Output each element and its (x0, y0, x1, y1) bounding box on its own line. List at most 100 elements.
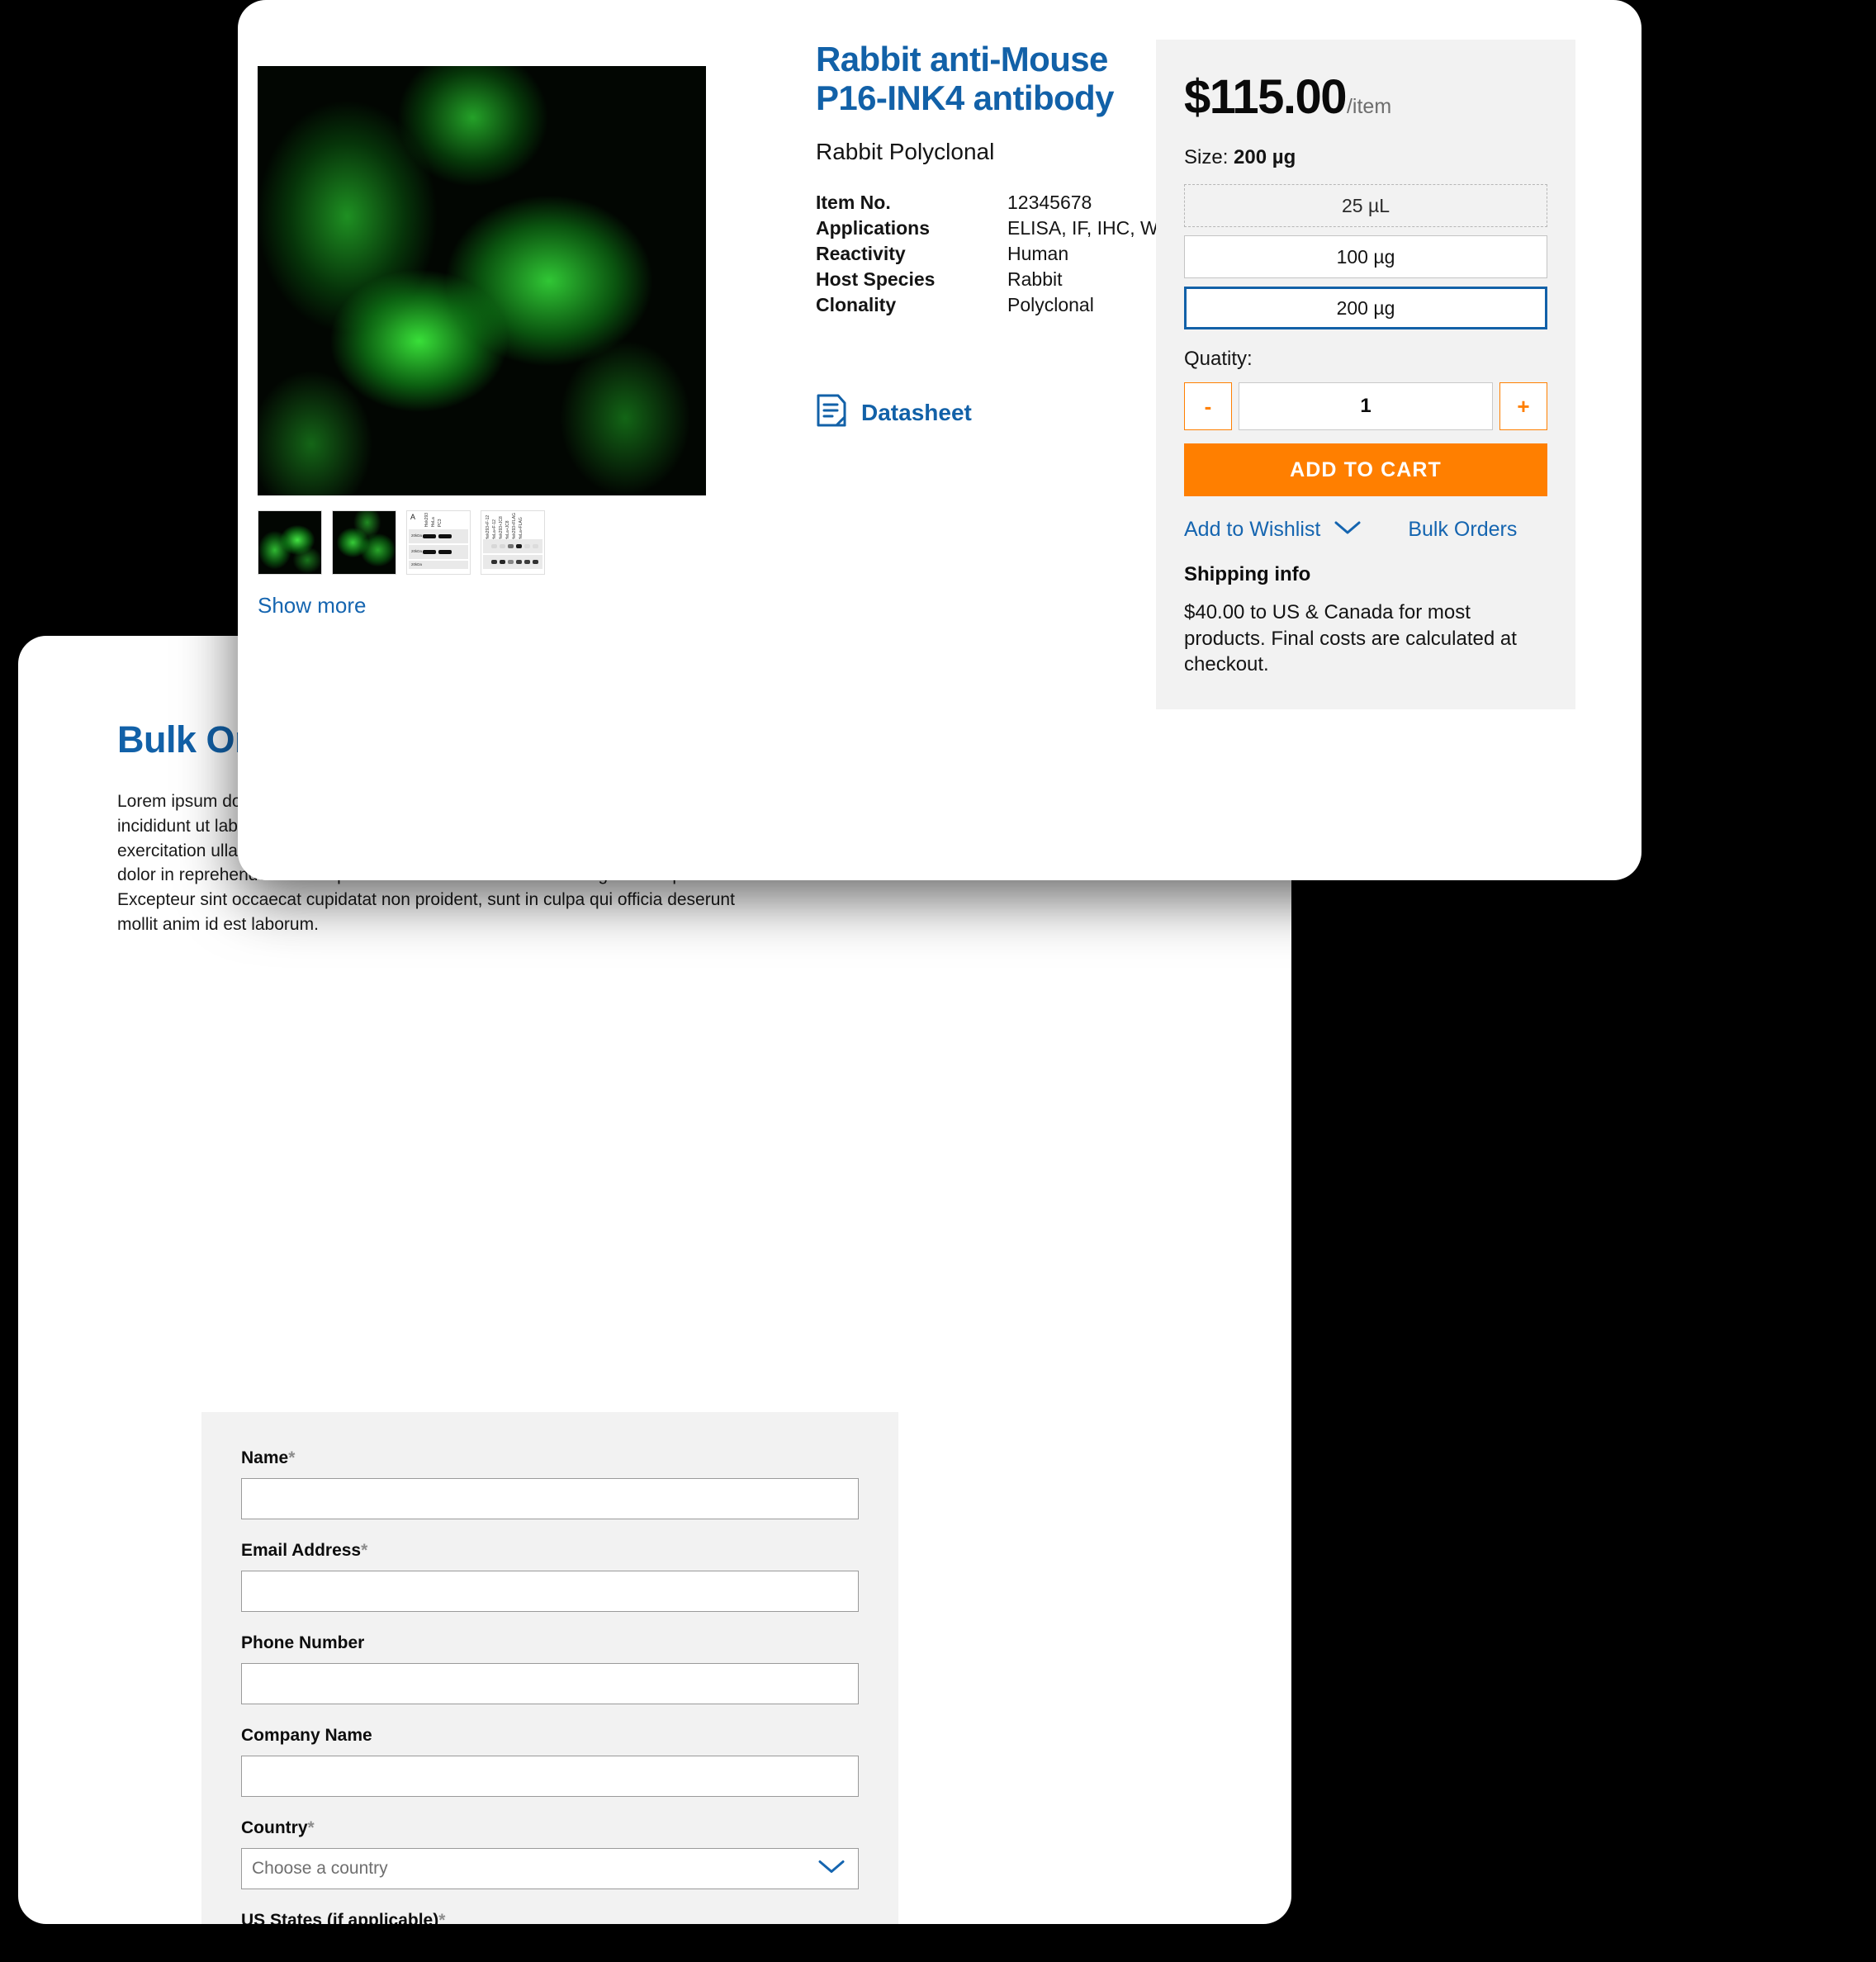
company-label: Company Name (241, 1726, 372, 1745)
product-title: Rabbit anti-Mouse P16-INK4 antibody (816, 40, 1114, 118)
add-to-cart-button[interactable]: ADD TO CART (1184, 443, 1547, 496)
blot-row: 20kDa (409, 561, 468, 569)
spec-row: Host Species Rabbit (816, 267, 1171, 292)
quantity-stepper: - 1 + (1184, 382, 1547, 430)
field-name: Name* (241, 1448, 859, 1519)
thumbnail-blot-2[interactable]: Hek293+F-12 HeLa+F-12 Hek293+JC8 HeLa+JC… (481, 510, 545, 575)
add-to-wishlist-button[interactable]: Add to Wishlist (1184, 518, 1362, 542)
spec-key: Host Species (816, 268, 936, 291)
country-label-text: Country (241, 1818, 308, 1837)
quantity-decrement-button[interactable]: - (1184, 382, 1232, 430)
field-email: Email Address* (241, 1541, 859, 1612)
spec-row: Reactivity Human (816, 241, 1171, 267)
blot-row: 20kDa (409, 529, 468, 543)
spec-key: Applications (816, 217, 931, 239)
email-label: Email Address* (241, 1541, 859, 1561)
size-options: 25 µL 100 µg 200 µg (1184, 184, 1547, 329)
selected-size-line: Size: 200 µg (1184, 146, 1547, 169)
spec-row: Item No. 12345678 (816, 190, 1171, 216)
field-country: Country* Choose a country (241, 1818, 859, 1889)
quantity-label: Quatity: (1184, 348, 1253, 370)
name-label-text: Name (241, 1448, 289, 1467)
spec-key: Item No. (816, 192, 891, 214)
blot-marker: 20kDa (410, 533, 422, 538)
country-select-wrap: Choose a country (241, 1848, 859, 1889)
blot-lane-label: Hek293 (424, 513, 429, 528)
price-row: $115.00 /item (1184, 69, 1547, 125)
shipping-info-body: $40.00 to US & Canada for most products.… (1184, 601, 1517, 676)
spec-key: Clonality (816, 294, 897, 316)
product-detail-card: A Hek293 HeLa PC3 20kDa 20kDa 20kDa Hek2… (238, 0, 1642, 880)
show-more-link[interactable]: Show more (258, 593, 708, 618)
us-state-label-text: US States (if applicable) (241, 1911, 439, 1924)
datasheet-label: Datasheet (861, 399, 972, 425)
blot-lane-label: Hek293+JC8 (499, 516, 504, 541)
blot-lane-labels: Hek293+F-12 HeLa+F-12 Hek293+JC8 HeLa+JC… (486, 513, 542, 540)
thumbnail-blot-1[interactable]: A Hek293 HeLa PC3 20kDa 20kDa 20kDa (406, 510, 471, 575)
add-to-wishlist-label: Add to Wishlist (1184, 518, 1321, 541)
name-label: Name* (241, 1448, 859, 1468)
required-marker: * (307, 1818, 315, 1837)
phone-label: Phone Number (241, 1633, 365, 1652)
country-select[interactable]: Choose a country (241, 1848, 859, 1889)
product-spec-table: Item No. 12345678 Applications ELISA, IF… (816, 190, 1171, 318)
screenshot-stage: Bulk Orders Lorem ipsum dolor sit amet, … (0, 0, 1876, 1962)
document-icon (816, 394, 847, 431)
quantity-increment-button[interactable]: + (1499, 382, 1547, 430)
blot-lane-label: HeLa+F-12 (492, 519, 497, 541)
spec-value: Human (1007, 243, 1069, 265)
quantity-value[interactable]: 1 (1239, 382, 1493, 430)
bulk-orders-link[interactable]: Bulk Orders (1408, 518, 1517, 542)
thumbnail-strip: A Hek293 HeLa PC3 20kDa 20kDa 20kDa Hek2… (258, 510, 708, 575)
blot-marker: 20kDa (410, 549, 422, 554)
blot-lane-label: Hek293+FLAG (512, 513, 517, 541)
name-input[interactable] (241, 1478, 859, 1519)
phone-input[interactable] (241, 1663, 859, 1704)
spec-key: Reactivity (816, 243, 906, 265)
blot-lane-label: HeLa (431, 517, 436, 528)
blot-lane-label: PC3 (438, 519, 443, 528)
chevron-down-icon (1334, 518, 1362, 542)
blot-lane-labels: Hek293 HeLa PC3 (424, 513, 468, 528)
thumbnail-if-1[interactable] (258, 510, 322, 575)
required-marker: * (361, 1541, 368, 1560)
email-input[interactable] (241, 1571, 859, 1612)
country-label: Country* (241, 1818, 859, 1838)
purchase-panel: $115.00 /item Size: 200 µg 25 µL 100 µg … (1156, 40, 1575, 710)
required-marker: * (438, 1911, 446, 1924)
hero-product-image[interactable] (258, 66, 706, 495)
size-selected-value: 200 µg (1234, 146, 1296, 168)
blot-row: 20kDa (409, 545, 468, 559)
blot-row (483, 555, 542, 569)
thumbnail-if-2[interactable] (332, 510, 396, 575)
field-phone: Phone Number (241, 1633, 859, 1704)
product-price: $115.00 (1184, 70, 1347, 124)
bulk-orders-form: Name* Email Address* Phone Number Compan… (201, 1412, 898, 1924)
blot-rows (483, 539, 542, 571)
blot-lane-label: HeLa+FLAG (519, 517, 523, 541)
blot-row (483, 539, 542, 553)
spec-value: ELISA, IF, IHC, WB (1007, 217, 1172, 239)
blot-marker: 20kDa (410, 562, 422, 566)
secondary-links: Add to Wishlist Bulk Orders (1184, 518, 1547, 542)
spec-row: Clonality Polyclonal (816, 292, 1171, 318)
spec-value: Rabbit (1007, 268, 1063, 291)
blot-lane-label: HeLa+JC8 (505, 520, 510, 541)
size-option-100ug[interactable]: 100 µg (1184, 235, 1547, 278)
blot-panel-label: A (410, 513, 416, 521)
required-marker: * (288, 1448, 296, 1467)
shipping-info-heading: Shipping info (1184, 563, 1311, 585)
field-us-state: US States (if applicable)* Choose a stat… (241, 1911, 859, 1924)
size-option-200ug[interactable]: 200 µg (1184, 287, 1547, 329)
spec-value: Polyclonal (1007, 294, 1094, 316)
spec-row: Applications ELISA, IF, IHC, WB (816, 216, 1171, 241)
us-state-label: US States (if applicable)* (241, 1911, 859, 1924)
email-label-text: Email Address (241, 1541, 362, 1560)
product-gallery: A Hek293 HeLa PC3 20kDa 20kDa 20kDa Hek2… (258, 66, 708, 618)
price-unit: /item (1346, 95, 1392, 118)
blot-rows: 20kDa 20kDa 20kDa (409, 529, 468, 571)
company-input[interactable] (241, 1756, 859, 1797)
spec-value: 12345678 (1007, 192, 1092, 214)
size-option-25ul: 25 µL (1184, 184, 1547, 227)
field-company: Company Name (241, 1726, 859, 1797)
